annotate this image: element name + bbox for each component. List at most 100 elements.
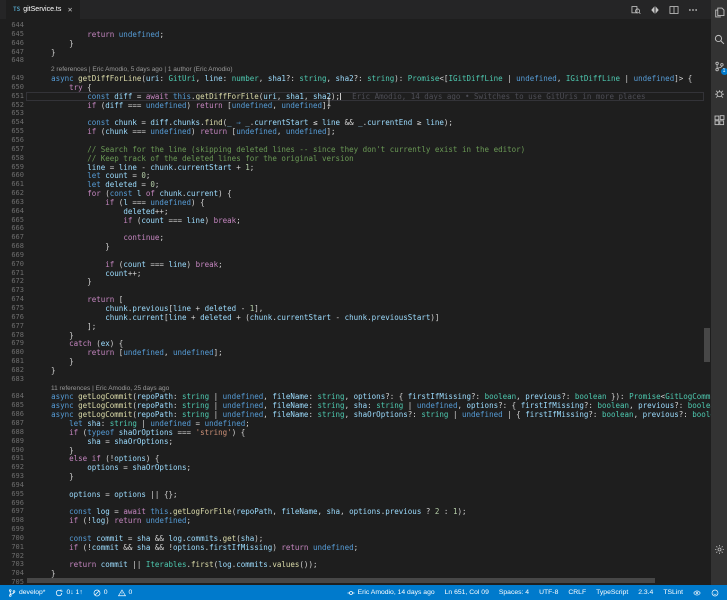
status-bar: develop* 0↓ 1↑ 0 0 Eric Amodio, 14 days ago… — [0, 585, 727, 600]
more-actions-icon[interactable] — [688, 5, 698, 15]
search-icon[interactable] — [714, 34, 725, 45]
code-line[interactable]: 673 — [0, 286, 711, 295]
gitlens-blame-status[interactable]: Eric Amodio, 14 days ago — [347, 589, 435, 597]
close-icon[interactable]: ✕ — [67, 6, 72, 14]
code-line[interactable]: 655 if (chunk === undefined) return [und… — [0, 127, 711, 136]
horizontal-scrollbar[interactable] — [27, 578, 655, 583]
code-line[interactable]: 669 — [0, 251, 711, 260]
code-line[interactable]: 650 try { — [0, 83, 711, 92]
code-line[interactable]: 686 async getLogCommit(repoPath: string … — [0, 410, 711, 419]
code-line[interactable]: 703 return commit || Iterables.first(log… — [0, 560, 711, 569]
code-line[interactable]: 702 — [0, 552, 711, 561]
code-line[interactable]: 695 options = options || {}; — [0, 490, 711, 499]
tslint-status[interactable]: TSLint — [663, 589, 683, 596]
code-line[interactable]: 700 const commit = sha && log.commits.ge… — [0, 534, 711, 543]
code-line[interactable]: 693 } — [0, 472, 711, 481]
problems-warnings-status[interactable]: 0 — [117, 588, 132, 597]
files-icon[interactable] — [714, 7, 725, 18]
code-line[interactable]: 685 async getLogCommit(repoPath: string … — [0, 401, 711, 410]
code-area[interactable]: 644 645 return undefined; 646 } 647 } 648 2 r… — [0, 21, 711, 585]
code-line[interactable]: 657 // Search for the line (skipping del… — [0, 145, 711, 154]
codelens-link[interactable]: 2 references | Eric Amodio, 5 days ago |… — [0, 65, 711, 74]
code-line[interactable]: 647 } — [0, 48, 711, 57]
git-branch-status[interactable]: develop* — [8, 588, 45, 597]
code-line[interactable]: 652 if (diff === undefined) return [unde… — [0, 101, 711, 110]
code-line[interactable]: 677 ]; — [0, 322, 711, 331]
feedback-status[interactable] — [711, 589, 719, 597]
code-line[interactable]: 683 — [0, 375, 711, 384]
code-line[interactable]: 681 } — [0, 357, 711, 366]
code-line[interactable]: 646 } — [0, 39, 711, 48]
code-line[interactable]: 667 continue; — [0, 233, 711, 242]
code-line[interactable]: 671 count++; — [0, 269, 711, 278]
code-line[interactable]: 704 } — [0, 569, 711, 578]
sync-status[interactable]: 0↓ 1↑ — [55, 589, 83, 597]
code-line[interactable]: 694 — [0, 481, 711, 490]
code-line[interactable]: 668 } — [0, 242, 711, 251]
code-line[interactable]: 698 if (!log) return undefined; — [0, 516, 711, 525]
line-number: 701 — [11, 542, 24, 551]
code-line[interactable]: 665 if (count === line) break; — [0, 216, 711, 225]
line-number: 680 — [11, 348, 24, 357]
code-line[interactable]: 674 return [ — [0, 295, 711, 304]
source-control-icon[interactable]: 1 — [714, 61, 727, 75]
extensions-icon[interactable] — [714, 115, 725, 126]
code-line[interactable]: 664 deleted++; — [0, 207, 711, 216]
code-line[interactable]: 656 — [0, 136, 711, 145]
code-line[interactable]: 644 — [0, 21, 711, 30]
code-line[interactable]: 659 line = line - chunk.currentStart + 1… — [0, 163, 711, 172]
encoding-status[interactable]: UTF-8 — [539, 589, 558, 596]
code-line[interactable]: 696 — [0, 499, 711, 508]
line-number: 695 — [11, 489, 24, 498]
code-line[interactable]: 679 catch (ex) { — [0, 339, 711, 348]
code-line[interactable]: 682 } — [0, 366, 711, 375]
line-number: 652 — [11, 100, 24, 109]
code-line[interactable]: 648 — [0, 56, 711, 65]
eol-status[interactable]: CRLF — [568, 589, 586, 596]
code-line[interactable]: 690 } — [0, 446, 711, 455]
code-line[interactable]: 663 if (l === undefined) { — [0, 198, 711, 207]
code-line[interactable]: 678 } — [0, 331, 711, 340]
code-line[interactable]: 701 if (!commit && sha && !options.first… — [0, 543, 711, 552]
typescript-version-status[interactable]: 2.3.4 — [638, 589, 653, 596]
code-line[interactable]: 653 — [0, 109, 711, 118]
vertical-scrollbar[interactable] — [704, 328, 710, 362]
code-line[interactable]: 654 const chunk = diff.chunks.find(_ ⇒ _… — [0, 118, 711, 127]
split-editor-icon[interactable] — [669, 5, 679, 15]
code-line[interactable]: 691 else if (!options) { — [0, 454, 711, 463]
language-mode-status[interactable]: TypeScript — [596, 589, 628, 596]
code-line[interactable]: 689 sha = shaOrOptions; — [0, 437, 711, 446]
line-number: 696 — [11, 498, 24, 507]
feedback-smiley-icon — [711, 589, 719, 597]
line-number: 659 — [11, 162, 24, 171]
open-changes-icon[interactable] — [631, 5, 641, 15]
code-line[interactable]: 658 // Keep track of the deleted lines f… — [0, 154, 711, 163]
code-line[interactable]: 680 return [undefined, undefined]; — [0, 348, 711, 357]
code-line[interactable]: 661 let deleted = 0; — [0, 180, 711, 189]
debug-icon[interactable] — [714, 88, 725, 99]
gitlens-icon[interactable] — [650, 5, 660, 15]
code-line[interactable]: 684 async getLogCommit(repoPath: string … — [0, 392, 711, 401]
code-line[interactable]: 645 return undefined; — [0, 30, 711, 39]
code-line[interactable]: 651 const diff = await this.getDiffForFi… — [0, 91, 711, 101]
settings-gear-icon[interactable] — [714, 544, 725, 555]
codelens-link[interactable]: 11 references | Eric Amodio, 25 days ago — [0, 384, 711, 393]
code-line[interactable]: 662 for (const l of chunk.current) { — [0, 189, 711, 198]
code-line[interactable]: 675 chunk.previous[line + deleted - 1], — [0, 304, 711, 313]
code-line[interactable]: 687 let sha: string | undefined = undefi… — [0, 419, 711, 428]
code-line[interactable]: 676 chunk.current[line + deleted + (chun… — [0, 313, 711, 322]
cursor-position-status[interactable]: Ln 651, Col 09 — [445, 589, 489, 596]
code-line[interactable]: 688 if (typeof shaOrOptions === 'string'… — [0, 428, 711, 437]
toggle-blame-status[interactable] — [693, 589, 701, 597]
code-line[interactable]: 649 async getDiffForLine(uri: GitUri, li… — [0, 74, 711, 83]
code-line[interactable]: 666 — [0, 224, 711, 233]
problems-errors-status[interactable]: 0 — [93, 589, 108, 597]
code-line[interactable]: 697 const log = await this.getLogForFile… — [0, 507, 711, 516]
tab-gitservice-ts[interactable]: TS gitService.ts ✕ — [6, 0, 80, 19]
code-line[interactable]: 692 options = shaOrOptions; — [0, 463, 711, 472]
indentation-status[interactable]: Spaces: 4 — [499, 589, 529, 596]
code-line[interactable]: 670 if (count === line) break; — [0, 260, 711, 269]
code-line[interactable]: 672 } — [0, 277, 711, 286]
code-line[interactable]: 660 let count = 0; — [0, 171, 711, 180]
code-line[interactable]: 699 — [0, 525, 711, 534]
